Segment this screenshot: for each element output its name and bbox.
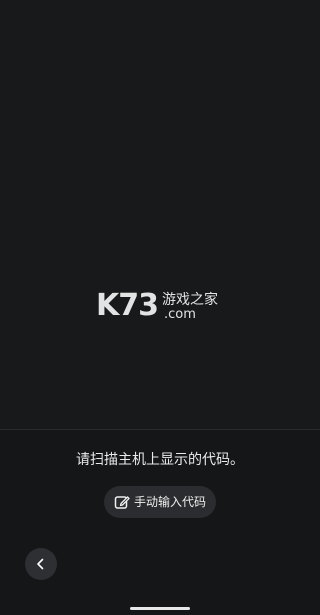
back-button[interactable] <box>25 548 57 580</box>
manual-entry-label: 手动输入代码 <box>133 495 206 509</box>
chevron-left-icon <box>35 555 47 574</box>
home-indicator[interactable] <box>130 607 190 610</box>
scan-instruction-text: 请扫描主机上显示的代码。 <box>76 452 244 468</box>
watermark-logo: K73 游戏之家 .com <box>96 288 236 328</box>
edit-icon <box>114 494 130 510</box>
camera-viewfinder: K73 游戏之家 .com <box>0 0 320 429</box>
watermark-logo-text: K73 <box>96 288 159 323</box>
watermark-domain: .com <box>164 307 196 322</box>
manual-entry-button[interactable]: 手动输入代码 <box>104 486 216 518</box>
